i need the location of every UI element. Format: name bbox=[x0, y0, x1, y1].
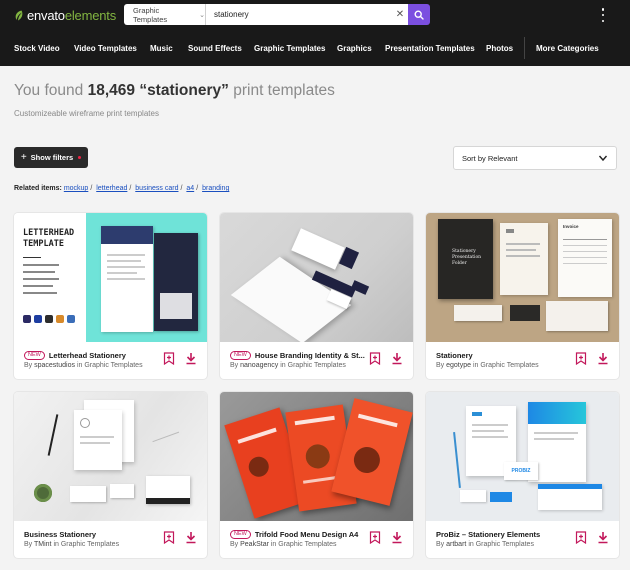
nav-more-categories[interactable]: More Categories bbox=[536, 44, 599, 53]
new-badge: NEW bbox=[230, 530, 251, 539]
result-card[interactable]: LETTERHEAD TEMPLATE NEW Letterhead Stati… bbox=[14, 213, 207, 379]
card-meta: By artbart in Graphic Templates bbox=[436, 541, 534, 548]
new-badge: NEW bbox=[24, 351, 45, 360]
related-link-business-card[interactable]: business card bbox=[135, 185, 178, 192]
result-card[interactable]: Stationery Presentation Folder Invoice S… bbox=[426, 213, 619, 379]
download-icon[interactable] bbox=[391, 531, 403, 544]
results-subtitle: Customizeable wireframe print templates bbox=[14, 109, 159, 118]
download-icon[interactable] bbox=[185, 352, 197, 365]
nav-photos[interactable]: Photos bbox=[486, 44, 513, 53]
nav-sound-effects[interactable]: Sound Effects bbox=[188, 44, 242, 53]
download-icon[interactable] bbox=[391, 352, 403, 365]
card-thumbnail[interactable]: PROBIZ bbox=[426, 392, 619, 521]
clear-search-icon[interactable]: ✕ bbox=[392, 4, 408, 25]
add-to-collection-icon[interactable] bbox=[163, 352, 175, 365]
card-meta: By spacestudios in Graphic Templates bbox=[24, 362, 143, 369]
thumb-invoice-label: Invoice bbox=[563, 224, 579, 229]
logo-text-elements: elements bbox=[64, 7, 116, 23]
search-category-label: Graphic Templates bbox=[133, 5, 168, 24]
sort-label: Sort by Relevant bbox=[462, 153, 518, 163]
new-badge: NEW bbox=[230, 351, 251, 360]
nav-stock-video[interactable]: Stock Video bbox=[14, 44, 60, 53]
nav-divider bbox=[524, 37, 525, 59]
results-prefix: You found bbox=[14, 82, 84, 99]
leaf-icon bbox=[15, 10, 23, 20]
add-to-collection-icon[interactable] bbox=[369, 352, 381, 365]
nav-video-templates[interactable]: Video Templates bbox=[74, 44, 137, 53]
card-thumbnail[interactable] bbox=[220, 392, 413, 521]
show-filters-button[interactable]: + Show filters bbox=[14, 147, 88, 168]
search-icon bbox=[414, 9, 424, 20]
card-thumbnail[interactable] bbox=[220, 213, 413, 342]
card-meta: By egotype in Graphic Templates bbox=[436, 362, 539, 369]
chevron-down-icon bbox=[598, 155, 608, 162]
nav-music[interactable]: Music bbox=[150, 44, 173, 53]
top-bar: envatoelements Graphic Templates ⌄ ✕ Sto… bbox=[0, 0, 630, 66]
logo-text-envato: envato bbox=[27, 7, 65, 23]
results-heading: You found 18,469 “stationery” print temp… bbox=[14, 82, 335, 100]
card-author[interactable]: artbart bbox=[446, 541, 466, 548]
related-items-label: Related items: bbox=[14, 185, 62, 192]
card-meta: By nanoagency in Graphic Templates bbox=[230, 362, 346, 369]
card-author[interactable]: TMint bbox=[34, 541, 52, 548]
search-button[interactable] bbox=[408, 4, 430, 25]
result-card[interactable]: PROBIZ ProBiz – Stationery Elements By a… bbox=[426, 392, 619, 558]
card-thumbnail[interactable]: LETTERHEAD TEMPLATE bbox=[14, 213, 207, 342]
related-link-letterhead[interactable]: letterhead bbox=[96, 185, 127, 192]
show-filters-label: Show filters bbox=[30, 153, 74, 162]
related-link-mockup[interactable]: mockup bbox=[64, 185, 89, 192]
thumb-heading: Stationery Presentation Folder bbox=[452, 249, 482, 266]
download-icon[interactable] bbox=[597, 352, 609, 365]
nav-graphic-templates[interactable]: Graphic Templates bbox=[254, 44, 325, 53]
card-meta: By TMint in Graphic Templates bbox=[24, 541, 120, 548]
results-count: 18,469 bbox=[87, 82, 135, 99]
download-icon[interactable] bbox=[185, 531, 197, 544]
chevron-down-icon: ⌄ bbox=[199, 11, 205, 19]
results-query: “stationery” bbox=[139, 82, 229, 99]
card-author[interactable]: nanoagency bbox=[240, 362, 278, 369]
related-items: Related items: mockup / letterhead / busin… bbox=[14, 185, 230, 192]
card-meta: By PeakStar in Graphic Templates bbox=[230, 541, 337, 548]
result-card[interactable]: NEW Trifold Food Menu Design A4 By PeakS… bbox=[220, 392, 413, 558]
add-to-collection-icon[interactable] bbox=[575, 531, 587, 544]
add-to-collection-icon[interactable] bbox=[575, 352, 587, 365]
sort-dropdown[interactable]: Sort by Relevant bbox=[453, 146, 617, 170]
card-title[interactable]: Letterhead Stationery bbox=[49, 351, 126, 360]
card-title[interactable]: House Branding Identity & St... bbox=[255, 351, 365, 360]
card-author[interactable]: egotype bbox=[446, 362, 471, 369]
filter-indicator-dot bbox=[78, 156, 82, 159]
envato-logo[interactable]: envatoelements bbox=[14, 7, 116, 23]
nav-presentation-templates[interactable]: Presentation Templates bbox=[385, 44, 475, 53]
result-card[interactable]: NEW House Branding Identity & St... By n… bbox=[220, 213, 413, 379]
card-title[interactable]: Stationery bbox=[436, 351, 473, 360]
add-to-collection-icon[interactable] bbox=[369, 531, 381, 544]
related-link-branding[interactable]: branding bbox=[202, 185, 229, 192]
more-options-icon[interactable] bbox=[600, 8, 606, 22]
search-bar: Graphic Templates ⌄ ✕ bbox=[124, 4, 430, 25]
download-icon[interactable] bbox=[597, 531, 609, 544]
results-suffix: print templates bbox=[233, 82, 335, 99]
card-title[interactable]: Business Stationery bbox=[24, 530, 96, 539]
thumb-heading: LETTERHEAD TEMPLATE bbox=[23, 228, 75, 249]
card-thumbnail[interactable] bbox=[14, 392, 207, 521]
card-thumbnail[interactable]: Stationery Presentation Folder Invoice bbox=[426, 213, 619, 342]
plus-icon: + bbox=[20, 152, 27, 163]
card-title[interactable]: Trifold Food Menu Design A4 bbox=[255, 530, 358, 539]
thumb-brand: PROBIZ bbox=[504, 462, 538, 480]
card-author[interactable]: spacestudios bbox=[34, 362, 75, 369]
add-to-collection-icon[interactable] bbox=[163, 531, 175, 544]
result-card[interactable]: Business Stationery By TMint in Graphic … bbox=[14, 392, 207, 558]
search-input[interactable] bbox=[206, 4, 392, 25]
card-author[interactable]: PeakStar bbox=[240, 541, 269, 548]
nav-graphics[interactable]: Graphics bbox=[337, 44, 372, 53]
card-title[interactable]: ProBiz – Stationery Elements bbox=[436, 530, 540, 539]
search-category-dropdown[interactable]: Graphic Templates ⌄ bbox=[124, 4, 206, 25]
